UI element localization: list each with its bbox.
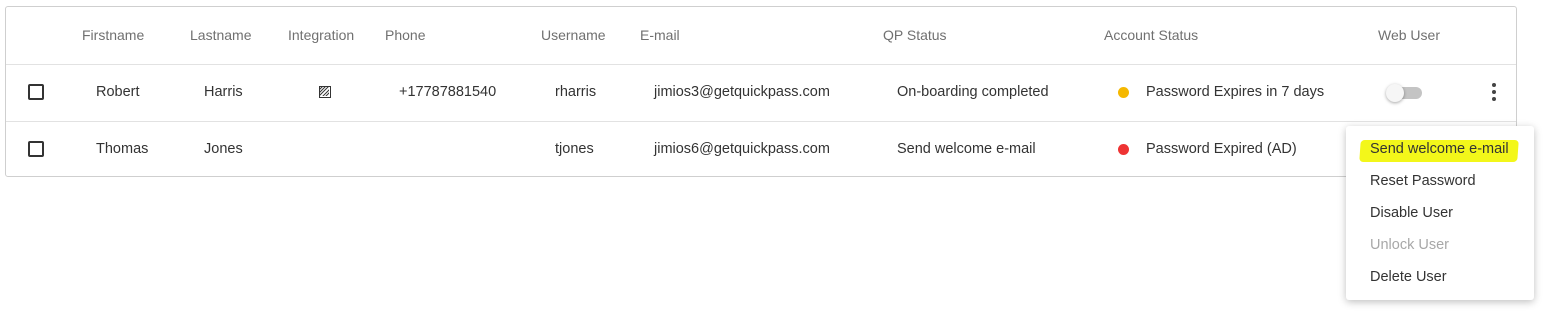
cell-email: jimios3@getquickpass.com bbox=[654, 84, 830, 100]
cell-firstname: Robert bbox=[96, 84, 140, 100]
cell-qp-status: On-boarding completed bbox=[897, 84, 1049, 100]
more-vertical-icon[interactable] bbox=[1486, 82, 1502, 104]
status-dot-error bbox=[1118, 144, 1129, 155]
web-user-toggle[interactable] bbox=[1386, 84, 1422, 102]
cell-lastname: Harris bbox=[204, 84, 243, 100]
column-header-account-status[interactable]: Account Status bbox=[1104, 7, 1198, 64]
users-table: Firstname Lastname Integration Phone Use… bbox=[5, 6, 1517, 177]
integration-icon bbox=[319, 86, 331, 98]
menu-item-reset-password[interactable]: Reset Password bbox=[1370, 165, 1476, 197]
row-select-checkbox[interactable] bbox=[28, 141, 44, 157]
cell-account-status: Password Expired (AD) bbox=[1146, 141, 1297, 157]
column-header-username[interactable]: Username bbox=[541, 7, 606, 64]
table-header: Firstname Lastname Integration Phone Use… bbox=[6, 7, 1516, 65]
column-header-qp-status[interactable]: QP Status bbox=[883, 7, 947, 64]
menu-item-delete-user[interactable]: Delete User bbox=[1370, 261, 1447, 293]
menu-item-disable-user[interactable]: Disable User bbox=[1370, 197, 1453, 229]
column-header-phone[interactable]: Phone bbox=[385, 7, 425, 64]
toggle-knob bbox=[1386, 84, 1404, 102]
row-actions-menu: Send welcome e-mail Reset Password Disab… bbox=[1346, 126, 1534, 300]
cell-username: rharris bbox=[555, 84, 597, 100]
status-dot-warning bbox=[1118, 87, 1129, 98]
cell-qp-status: Send welcome e-mail bbox=[897, 141, 1036, 157]
cell-lastname: Jones bbox=[204, 141, 243, 157]
column-header-lastname[interactable]: Lastname bbox=[190, 7, 251, 64]
column-header-web-user[interactable]: Web User bbox=[1378, 7, 1440, 64]
column-header-firstname[interactable]: Firstname bbox=[82, 7, 144, 64]
menu-item-unlock-user: Unlock User bbox=[1370, 237, 1449, 253]
row-select-checkbox[interactable] bbox=[28, 84, 44, 100]
cell-account-status: Password Expires in 7 days bbox=[1146, 84, 1325, 100]
cell-email: jimios6@getquickpass.com bbox=[654, 141, 830, 157]
table-row[interactable]: Thomas Jones tjones jimios6@getquickpass… bbox=[6, 121, 1516, 178]
column-header-integration[interactable]: Integration bbox=[288, 7, 354, 64]
table-row[interactable]: Robert Harris +17787881540 rharris jimio… bbox=[6, 64, 1516, 122]
cell-username: tjones bbox=[555, 141, 594, 157]
cell-phone: +17787881540 bbox=[399, 84, 497, 100]
column-header-email[interactable]: E-mail bbox=[640, 7, 680, 64]
menu-item-send-welcome-email[interactable]: Send welcome e-mail bbox=[1370, 133, 1509, 165]
cell-firstname: Thomas bbox=[96, 141, 149, 157]
